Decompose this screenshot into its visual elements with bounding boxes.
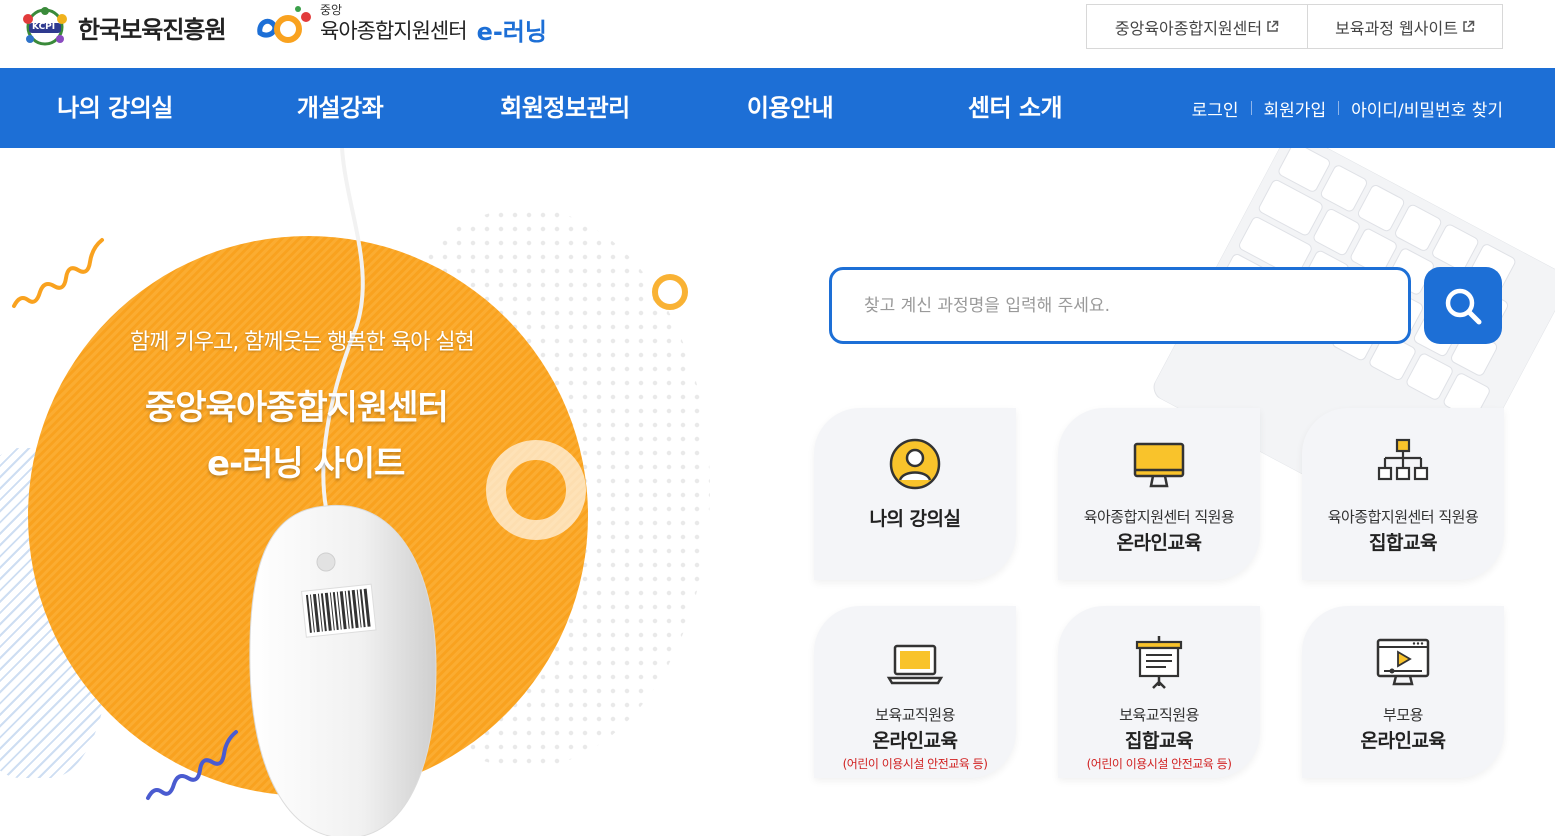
tile-subtitle: 보육교직원용	[875, 706, 955, 724]
kcpi-name: 한국보육진흥원	[78, 15, 227, 44]
nav-open-courses[interactable]: 개설강좌	[230, 68, 450, 148]
search-icon	[1445, 288, 1482, 324]
hero-title-line2: e-러닝 사이트	[207, 444, 405, 484]
tile-subtitle: 육아종합지원센터 직원용	[1083, 508, 1235, 526]
nav-member-info[interactable]: 회원정보관리	[455, 68, 675, 148]
tile-parent-online[interactable]: 부모용 온라인교육	[1302, 606, 1504, 778]
tile-subtitle: 보육교직원용	[1119, 706, 1199, 724]
center-small-label: 중앙	[320, 2, 343, 17]
nav-my-classroom[interactable]: 나의 강의실	[5, 68, 225, 148]
orange-zigzag-decoration	[12, 238, 104, 308]
external-link-central-center[interactable]: 중앙육아종합지원센터	[1087, 5, 1308, 48]
external-links: 중앙육아종합지원센터 보육과정 웹사이트	[1086, 4, 1503, 49]
tile-title: 온라인교육	[1116, 532, 1202, 554]
course-search-box	[829, 267, 1411, 344]
tile-title: 온라인교육	[872, 730, 958, 752]
elearning-label: e-러닝	[476, 18, 547, 46]
find-id-password-link[interactable]: 아이디/비밀번호 찾기	[1351, 96, 1503, 121]
search-button[interactable]	[1424, 267, 1502, 344]
tile-subtitle: 육아종합지원센터 직원용	[1327, 508, 1479, 526]
tile-teacher-online[interactable]: 보육교직원용 온라인교육 (어린이 이용시설 안전교육 등)	[814, 606, 1016, 778]
tile-title: 온라인교육	[1360, 730, 1446, 752]
center-emblem-icon	[254, 3, 316, 47]
tile-title: 집합교육	[1369, 532, 1437, 554]
external-link-icon	[1267, 20, 1279, 32]
tile-teacher-group[interactable]: 보육교직원용 집합교육 (어린이 이용시설 안전교육 등)	[1058, 606, 1260, 778]
blue-zigzag-decoration	[146, 730, 238, 800]
top-header: KCPI 한국보육진흥원 중앙 육아종합지원센터 e-러닝 중앙육아종합지원센터	[0, 0, 1555, 68]
user-circle-icon	[889, 438, 941, 490]
kcpi-emblem-icon: KCPI	[18, 7, 72, 47]
laptop-icon	[886, 644, 944, 685]
login-link[interactable]: 로그인	[1192, 96, 1239, 121]
small-ring-decoration	[652, 274, 688, 310]
external-link-label: 보육과정 웹사이트	[1335, 18, 1458, 38]
tile-title: 나의 강의실	[869, 508, 961, 530]
signup-link[interactable]: 회원가입	[1264, 96, 1327, 121]
hero-section: 함께 키우고, 함께웃는 행복한 육아 실현 중앙육아종합지원센터 e-러닝 사…	[0, 148, 1555, 836]
kcpi-logo[interactable]: KCPI 한국보육진흥원	[18, 7, 227, 47]
nav-center-intro[interactable]: 센터 소개	[905, 68, 1125, 148]
tile-title: 집합교육	[1125, 730, 1193, 752]
tile-note: (어린이 이용시설 안전교육 등)	[842, 757, 988, 771]
tile-center-staff-group[interactable]: 육아종합지원센터 직원용 집합교육	[1302, 408, 1504, 580]
tile-subtitle: 부모용	[1383, 706, 1423, 724]
divider	[1338, 101, 1340, 115]
main-nav: 나의 강의실 개설강좌 회원정보관리 이용안내 센터 소개 로그인 회원가입 아…	[0, 68, 1555, 148]
hero-subtitle: 함께 키우고, 함께웃는 행복한 육아 실현	[130, 330, 475, 355]
center-name: 육아종합지원센터	[320, 18, 468, 43]
nav-utility-links: 로그인 회원가입 아이디/비밀번호 찾기	[1192, 68, 1503, 148]
hero-title: 중앙육아종합지원센터 e-러닝 사이트	[145, 380, 525, 492]
external-link-label: 중앙육아종합지원센터	[1114, 18, 1263, 38]
tile-note: (어린이 이용시설 안전교육 등)	[1086, 757, 1232, 771]
computer-mouse-image	[249, 148, 437, 836]
monitor-icon	[1133, 442, 1185, 488]
org-chart-icon	[1377, 438, 1429, 481]
kcpi-emblem-label: KCPI	[32, 22, 56, 32]
center-elearning-logo[interactable]: 중앙 육아종합지원센터 e-러닝	[254, 2, 547, 47]
presentation-board-icon	[1135, 636, 1183, 689]
course-search-input[interactable]	[832, 270, 1408, 341]
external-link-icon	[1463, 20, 1475, 32]
tile-my-classroom[interactable]: 나의 강의실	[814, 408, 1016, 580]
nav-usage-guide[interactable]: 이용안내	[680, 68, 900, 148]
tile-center-staff-online[interactable]: 육아종합지원센터 직원용 온라인교육	[1058, 408, 1260, 580]
hero-title-line1: 중앙육아종합지원센터	[145, 388, 449, 428]
external-link-curriculum-site[interactable]: 보육과정 웹사이트	[1308, 5, 1502, 48]
video-player-icon	[1376, 638, 1430, 686]
divider	[1250, 101, 1252, 115]
